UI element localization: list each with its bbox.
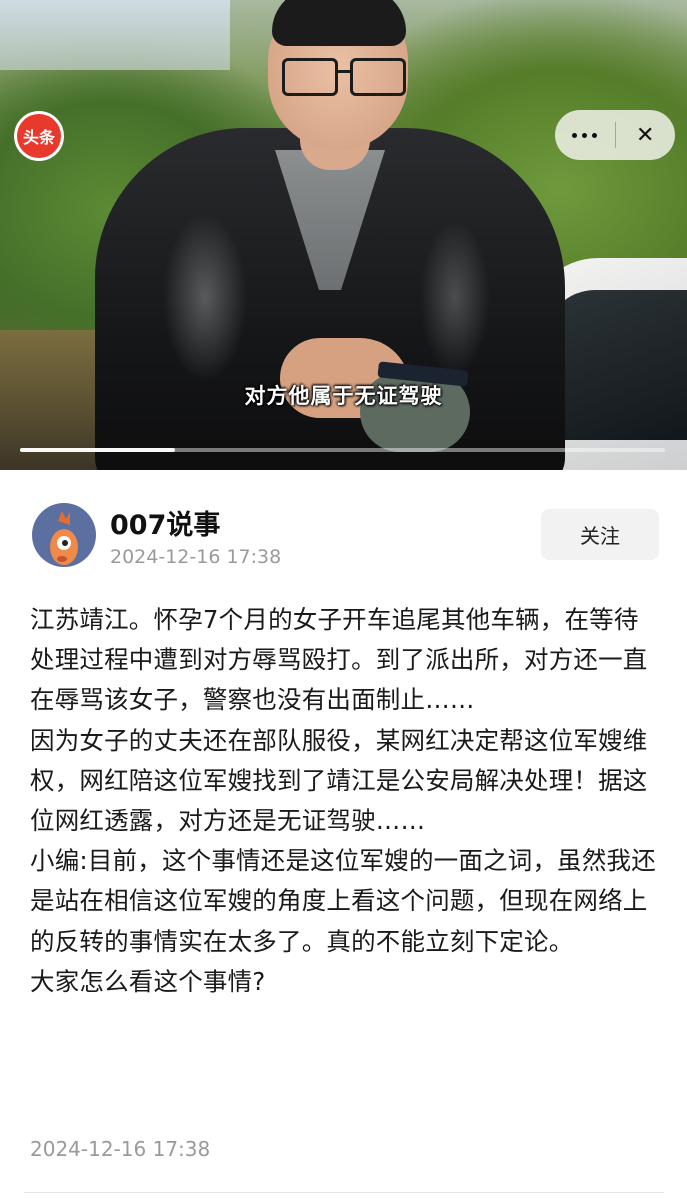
video-player[interactable]: 对方他属于无证驾驶 头条 ✕ (0, 0, 687, 470)
video-frame-person-hair (272, 0, 406, 46)
mini-program-capsule: ✕ (555, 110, 675, 160)
video-subtitle: 对方他属于无证驾驶 (244, 384, 443, 408)
post-paragraph: 江苏靖江。怀孕7个月的女子开车追尾其他车辆，在等待处理过程中遭到对方辱骂殴打。到… (30, 605, 648, 715)
post-paragraph: 大家怎么看这个事情? (30, 966, 266, 996)
follow-button[interactable]: 关注 (541, 509, 659, 560)
video-frame-glasses-bridge (337, 70, 350, 73)
avatar-mascot-icon (50, 511, 78, 565)
toutiao-logo-text: 头条 (17, 114, 61, 158)
video-progress-fill (20, 448, 175, 452)
video-progress-bar[interactable] (20, 448, 665, 452)
video-frame-sky (0, 0, 230, 70)
close-icon[interactable]: ✕ (615, 110, 675, 160)
post-footer-timestamp: 2024-12-16 17:38 (30, 1137, 211, 1161)
video-frame-car-window (545, 290, 687, 440)
post-body: 江苏靖江。怀孕7个月的女子开车追尾其他车辆，在等待处理过程中遭到对方辱骂殴打。到… (30, 600, 662, 1002)
toutiao-logo: 头条 (14, 111, 64, 161)
author-avatar[interactable] (32, 503, 96, 567)
video-frame-glasses-right (350, 58, 406, 96)
post-paragraph: 小编:目前，这个事情还是这位军嫂的一面之词，虽然我还是站在相信这位军嫂的角度上看… (30, 846, 656, 956)
author-name[interactable]: 007说事 (110, 503, 220, 542)
more-dots-icon[interactable] (555, 110, 615, 160)
post-timestamp: 2024-12-16 17:38 (110, 546, 282, 568)
post-paragraph: 因为女子的丈夫还在部队服役，某网红决定帮这位军嫂维权，网红陪这位军嫂找到了靖江是… (30, 725, 648, 836)
video-frame-glasses-left (282, 58, 338, 96)
divider (24, 1192, 664, 1193)
